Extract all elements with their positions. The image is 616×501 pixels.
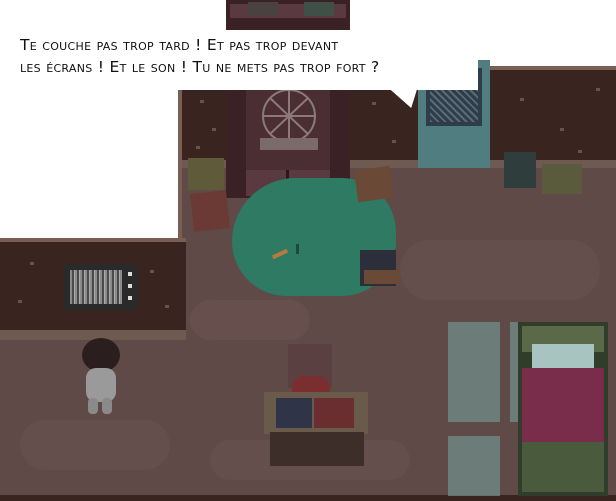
window-light	[448, 322, 500, 422]
book-stack-right[interactable]	[353, 165, 395, 203]
blanket	[522, 368, 604, 444]
dialogue-box[interactable]: Te couche pas trop tard ! Et pas trop de…	[8, 30, 478, 90]
main-wall-left-edge	[178, 68, 182, 240]
crate-left[interactable]	[188, 158, 224, 190]
side-wall-top-edge	[0, 238, 186, 242]
tv[interactable]	[64, 264, 138, 310]
book-stack-left[interactable]	[190, 190, 230, 232]
box-dark[interactable]	[504, 152, 536, 188]
game-scene: Te couche pas trop tard ! Et pas trop de…	[0, 0, 616, 501]
desk[interactable]	[264, 392, 368, 434]
box-olive[interactable]	[542, 164, 582, 194]
player-character[interactable]	[78, 338, 124, 418]
pencil-on-rug[interactable]	[271, 248, 289, 260]
pillow	[532, 344, 594, 368]
wardrobe-ornament-icon	[260, 89, 318, 150]
bed[interactable]	[518, 322, 608, 496]
desk-legs	[270, 432, 364, 466]
dialogue-line-2: les écrans ! Et le son ! Tu ne mets pas …	[20, 58, 380, 76]
dialogue-line-1: Te couche pas trop tard ! Et pas trop de…	[20, 36, 339, 54]
